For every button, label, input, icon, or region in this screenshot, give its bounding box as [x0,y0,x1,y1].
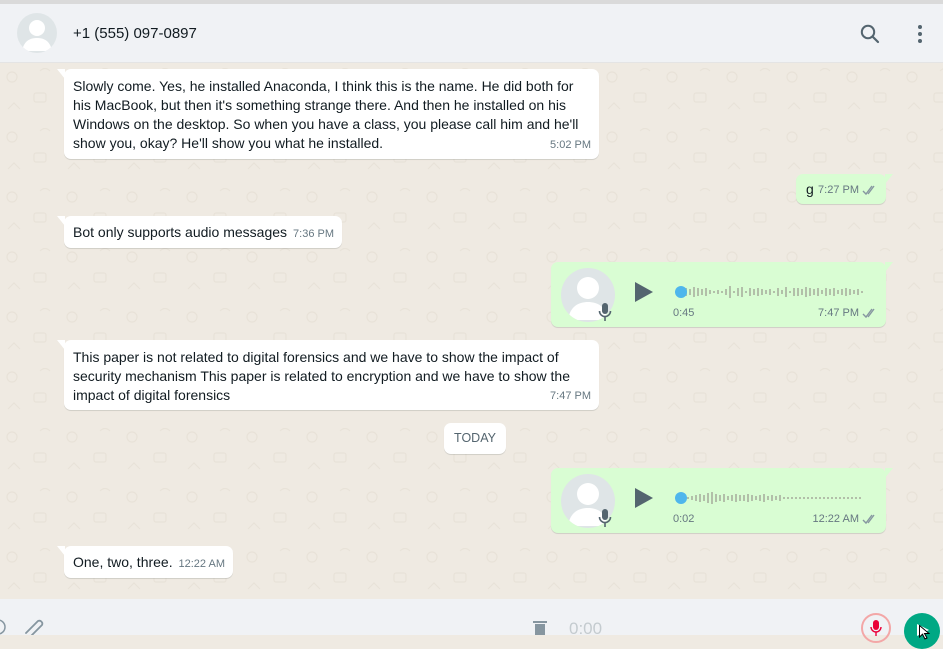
playback-knob[interactable] [675,286,687,298]
default-avatar-icon [22,20,52,51]
bubble-tail [885,174,893,184]
message-text: One, two, three. [73,554,173,570]
message-time: 7:47 PM [550,390,591,402]
search-button[interactable] [858,22,882,46]
contact-avatar[interactable] [17,13,57,53]
message-line: security mechanism This paper is related… [73,368,570,384]
recording-time: 0:00 [569,619,603,638]
message-time: 7:36 PM [293,228,334,240]
message-line: show you, okay? He'll show you what he i… [73,135,384,151]
voice-duration: 0:45 [673,307,695,319]
play-icon[interactable] [633,486,655,510]
message-time: 12:22 AM [812,513,859,525]
bubble-tail [57,69,65,79]
attach-icon[interactable] [22,617,46,635]
cursor-arrow-icon [919,625,930,640]
message-text: Slowly come. Yes, he installed Anaconda,… [73,77,578,153]
message-line: Slowly come. Yes, he installed Anaconda,… [73,78,574,94]
message-time: 7:27 PM [818,184,859,196]
date-separator: TODAY [444,423,506,454]
message-meta: 5:02 PM [550,136,591,155]
contact-name[interactable]: +1 (555) 097-0897 [73,25,197,42]
chat-area[interactable]: Slowly come. Yes, he installed Anaconda,… [0,63,943,599]
record-button[interactable] [861,613,891,643]
message-time: 12:22 AM [178,558,225,570]
mic-icon [598,303,612,321]
delete-icon[interactable] [532,619,548,635]
message-meta: 12:22 AM [813,510,878,529]
bubble-tail [57,546,65,556]
menu-kebab-icon [918,25,922,43]
search-icon [860,24,880,44]
voice-duration: 0:02 [673,513,695,525]
send-button[interactable] [904,613,940,649]
message-bubble-incoming[interactable]: Bot only supports audio messages 7:36 PM [57,216,342,248]
message-line: his MacBook, but then it's something str… [73,97,566,113]
bubble-tail [57,340,65,350]
message-time: 5:02 PM [550,139,591,151]
close-icon[interactable] [0,619,6,635]
message-bubble-incoming[interactable]: This paper is not related to digital for… [57,340,599,410]
message-bubble-incoming[interactable]: One, two, three. 12:22 AM [57,546,233,578]
audio-waveform[interactable] [675,284,867,300]
play-icon[interactable] [633,280,655,304]
chat-header: +1 (555) 097-0897 [0,4,943,63]
message-meta: 7:47 PM [818,304,878,323]
message-line: impact of digital forensics [73,387,231,403]
read-ticks-icon [862,185,875,196]
message-meta: 7:47 PM [550,387,591,406]
message-text: g [806,181,814,197]
bubble-tail [885,262,893,272]
bubble-tail [57,216,65,226]
message-meta: 12:22 AM [179,555,225,574]
message-line: This paper is not related to digital for… [73,349,559,365]
message-bubble-outgoing[interactable]: g 7:27 PM [796,174,893,204]
playback-knob[interactable] [675,492,687,504]
read-ticks-icon [862,514,875,525]
message-time: 7:47 PM [818,307,859,319]
mic-icon [870,620,882,636]
mic-icon [598,509,612,527]
message-line: Windows on the desktop. So when you have… [73,116,579,132]
voice-message-bubble[interactable]: 0:02 12:22 AM [551,468,893,533]
message-bubble-incoming[interactable]: Slowly come. Yes, he installed Anaconda,… [57,69,599,159]
message-text: Bot only supports audio messages [73,224,288,240]
message-meta: 7:27 PM [818,181,878,200]
bubble-tail [885,468,893,478]
menu-button[interactable] [908,22,932,46]
voice-message-bubble[interactable]: 0:45 7:47 PM [551,262,893,327]
audio-waveform[interactable] [675,490,867,506]
read-ticks-icon [862,308,875,319]
composer-bar: 0:00 [0,599,943,649]
message-text: This paper is not related to digital for… [73,348,570,405]
message-meta: 7:36 PM [293,225,334,244]
